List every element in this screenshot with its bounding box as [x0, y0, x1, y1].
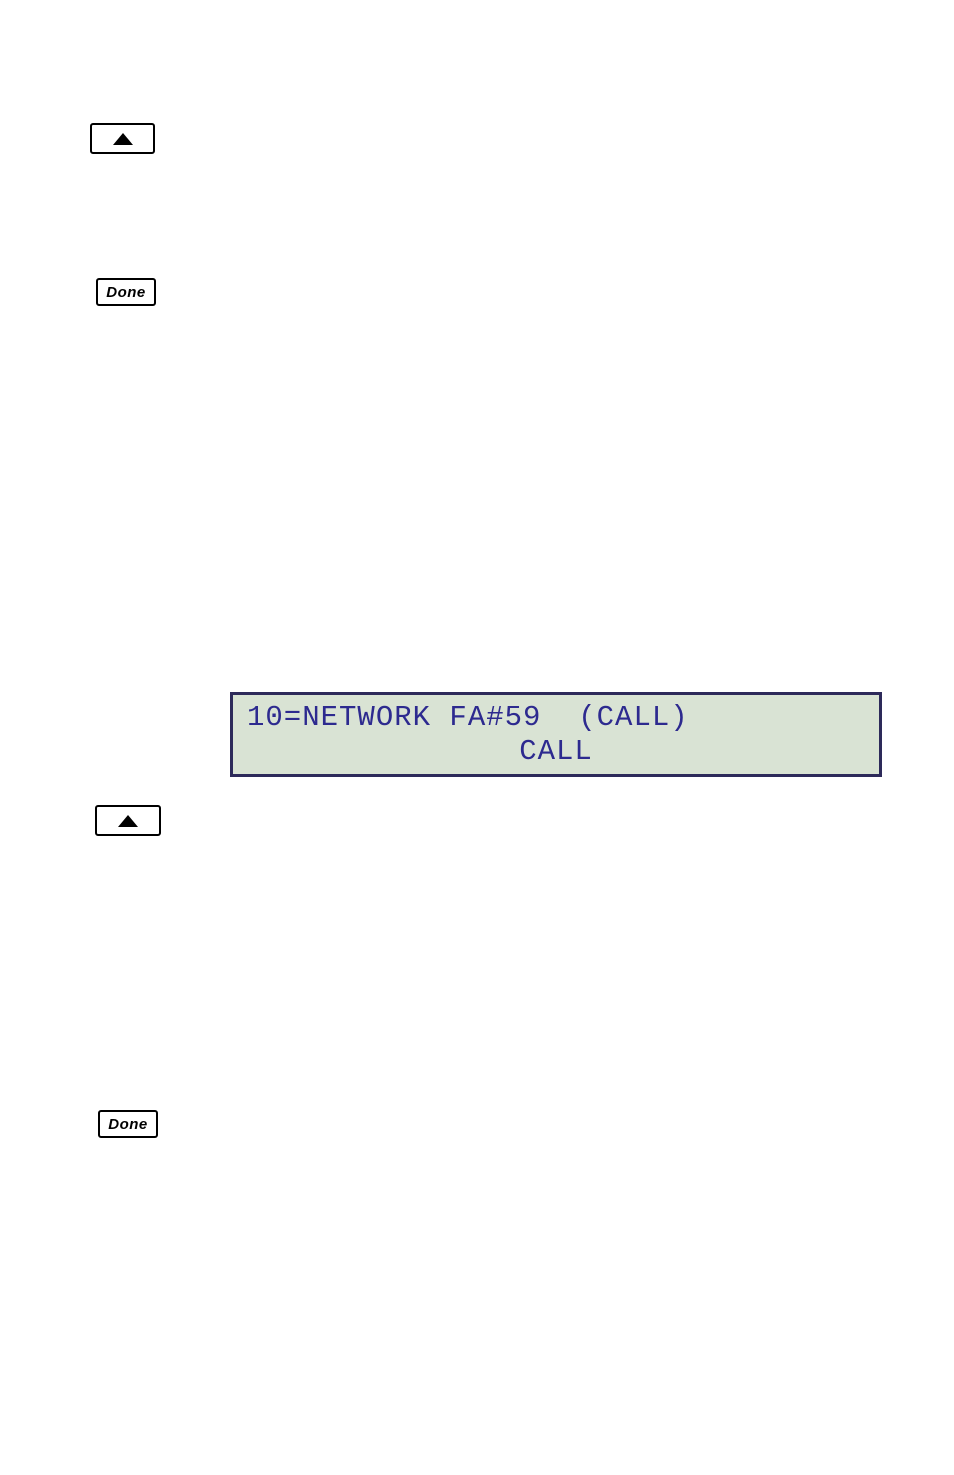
arrow-up-button-2[interactable]: [95, 805, 161, 836]
arrow-up-button-1[interactable]: [90, 123, 155, 154]
done-button-1[interactable]: Done: [96, 278, 156, 306]
done-label: Done: [108, 1116, 148, 1133]
done-label: Done: [106, 284, 146, 301]
lcd-line-2: CALL: [247, 735, 865, 768]
lcd-line-1: 10=NETWORK FA#59 (CALL): [247, 701, 865, 734]
done-button-2[interactable]: Done: [98, 1110, 158, 1138]
arrow-up-icon: [118, 815, 138, 827]
arrow-up-icon: [113, 133, 133, 145]
lcd-display: 10=NETWORK FA#59 (CALL) CALL: [230, 692, 882, 777]
